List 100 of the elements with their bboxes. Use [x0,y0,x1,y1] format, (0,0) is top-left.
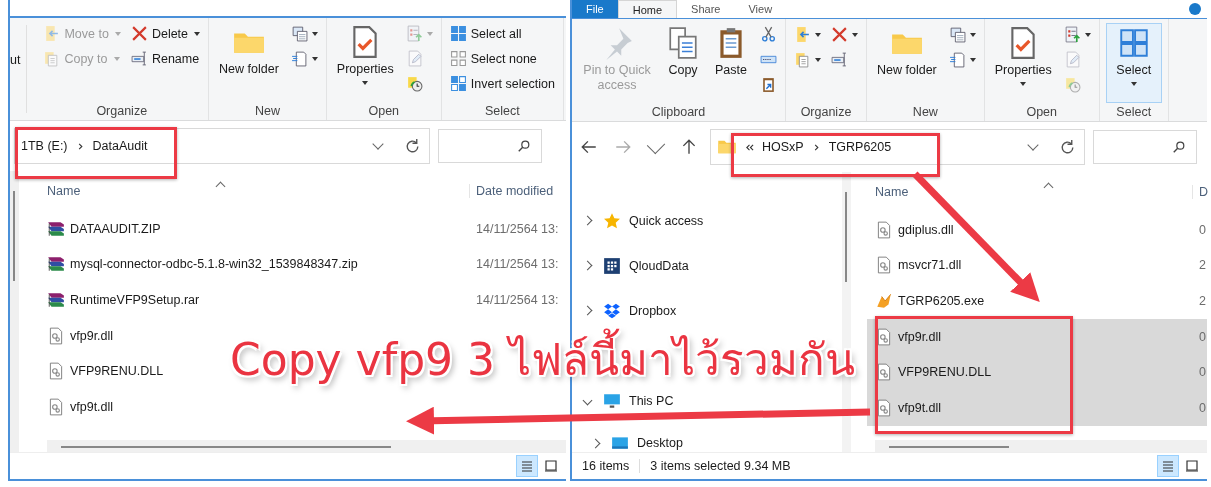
ribbon-button[interactable]: Properties [332,22,398,88]
copyto-icon [794,51,811,68]
file-name: vfp9t.dll [898,400,942,415]
move-icon [794,26,811,43]
ribbon-button[interactable]: Invert selection [447,72,557,95]
ribbon-button[interactable]: Select [1105,23,1162,103]
ribbon-group-label: Select [483,103,521,118]
ribbon-button[interactable]: New folder [873,23,941,81]
desktop-icon [611,434,629,452]
dropdown-caret-icon [815,32,821,37]
ribbon-group-label: New [911,104,939,119]
search-field[interactable] [438,129,542,163]
date-cell-text: 2 [1198,258,1207,273]
ribbon-button[interactable]: Select none [447,47,557,70]
address-bar[interactable]: 1TB (E:) DataAudit [14,128,430,164]
file-row[interactable]: RuntimeVFP9Setup.rar 14/11/2564 13: [39,282,566,318]
history-icon [405,75,423,92]
dll-file-icon [875,220,893,239]
search-icon [517,139,531,153]
newitem-icon [948,26,966,43]
up-arrow-icon[interactable] [680,138,698,156]
ribbon-button[interactable]: Properties [990,23,1056,89]
ribbon-button[interactable]: Rename [128,47,203,70]
column-header[interactable]: Name [47,184,217,198]
pc-icon [603,391,621,410]
ribbon-group-label: Open [367,103,401,118]
dropdown-caret-icon [815,57,821,62]
dropdown-caret-icon [114,31,121,36]
file-row[interactable]: mysql-connector-odbc-5.1.8-win32_1539848347.zip 14/11/2564 13: [39,246,566,283]
ribbon-button-label[interactable]: ut [10,25,28,113]
file-menu-tab[interactable]: File [572,0,618,18]
newitem-icon [290,25,308,42]
copydoc-icon [666,26,700,60]
file-row[interactable]: TGRP6205.exe 2 [867,283,1207,319]
ribbon-group-label: New [253,103,281,118]
dropdown-caret-icon [1020,82,1027,86]
file-row[interactable]: vfp9r.dll 0 [867,318,1207,355]
ribbon-button[interactable]: Select all [447,22,557,45]
breadcrumb-segment[interactable]: 1TB (E:) [21,139,68,153]
dropdown-caret-icon [1130,82,1137,86]
overflow-chevrons-icon[interactable] [745,142,754,152]
delete-icon [130,25,148,42]
details-view-icon[interactable] [516,455,538,477]
openlist-icon [1063,26,1081,43]
column-header[interactable]: D [1192,185,1207,199]
file-row[interactable]: VFP9RENU.DLL 0 [867,354,1207,390]
file-name: vfp9r.dll [70,328,114,343]
nav-item[interactable]: Quick access [572,198,842,243]
file-row[interactable]: DATAAUDIT.ZIP 14/11/2564 13: [39,211,566,247]
file-row[interactable]: vfp9t.dll 0 [867,389,1207,426]
back-arrow-icon[interactable] [580,138,598,156]
ribbon-button[interactable]: New folder [215,22,283,80]
search-field[interactable] [1093,130,1197,164]
breadcrumb-segment[interactable]: TGRP6205 [828,140,892,154]
rename-icon [130,50,148,67]
dropdown-caret-icon [1084,32,1091,37]
openlist-icon [405,25,423,42]
archive-books-icon [47,291,65,309]
star-icon [603,211,621,230]
ribbon-button[interactable]: Delete [128,22,203,45]
breadcrumb-segment[interactable]: DataAudit [92,139,148,153]
file-name: DATAAUDIT.ZIP [70,221,161,236]
nav-item[interactable]: This PC [572,378,842,423]
file-name: gdiplus.dll [898,222,954,237]
date-cell-text: 0 [1198,329,1207,344]
dropdown-caret-icon [362,81,369,85]
qloud-icon [603,256,621,275]
address-bar[interactable]: HOSxP TGRP6205 [710,129,1085,165]
nav-item[interactable]: QloudData [572,243,842,288]
column-header[interactable]: Name [875,185,1045,199]
details-view-icon[interactable] [1157,455,1179,477]
move-icon [43,25,61,42]
file-row[interactable]: VFP9RENU.DLL [39,353,180,389]
shortcut-icon [760,76,777,93]
file-name: RuntimeVFP9Setup.rar [70,293,200,307]
ribbon-button[interactable]: Paste [710,23,752,81]
file-row[interactable]: msvcr71.dll 2 [867,247,1207,284]
ribbon-tab[interactable]: Home [617,0,678,18]
date-cell-text: 14/11/2564 13: [475,293,560,307]
date-cell-text: 2 [1198,294,1207,308]
dropdown-caret-icon [311,56,318,61]
column-header[interactable]: Date modified [469,184,566,198]
breadcrumb-segment[interactable]: HOSxP [762,140,804,154]
history-icon [1063,76,1081,93]
ribbon-group-label: Organize [799,104,853,119]
ribbon-group-label: Clipboard [650,104,707,119]
file-row[interactable]: vfp9t.dll [39,388,130,425]
selection-info: 3 items selected 9.34 MB [639,459,801,473]
dropdown-caret-icon [311,31,318,36]
ribbon-button[interactable]: Copy [662,23,704,81]
file-row[interactable]: gdiplus.dll 0 [867,212,1207,248]
file-name: VFP9RENU.DLL [898,365,992,380]
dropdown-caret-icon [969,32,976,37]
forward-arrow-icon[interactable] [614,138,632,156]
refresh-icon[interactable] [1059,138,1076,156]
refresh-icon[interactable] [404,137,421,155]
file-name: msvcr71.dll [898,258,962,273]
dropbox-icon [603,301,621,320]
archive-books-icon [47,219,65,238]
file-row[interactable]: vfp9r.dll [39,317,130,354]
